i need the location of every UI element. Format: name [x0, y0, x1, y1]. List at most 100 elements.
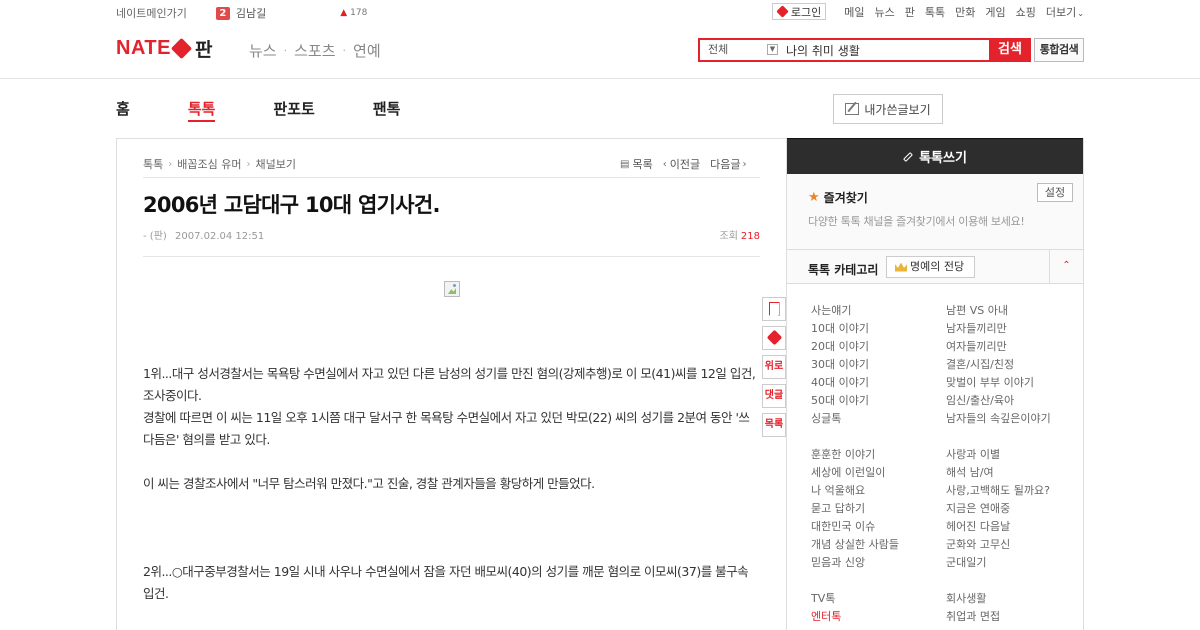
category-link-active[interactable]: 엔터톡: [811, 608, 946, 626]
category-link[interactable]: 해석 남/여: [946, 464, 994, 482]
category-row: 싱글톡 남자들의 속깊은이야기: [811, 410, 1081, 428]
breadcrumb-channel[interactable]: 채널보기: [255, 156, 295, 172]
menu-talk[interactable]: 톡톡: [187, 98, 216, 122]
category-row: 대한민국 이슈 헤어진 다음날: [811, 518, 1081, 536]
search-input[interactable]: [782, 40, 989, 60]
category-link[interactable]: 나 억울해요: [811, 482, 946, 500]
menu-home[interactable]: 홈: [116, 98, 130, 122]
category-row: 나 억울해요 사랑,고백해도 될까요?: [811, 482, 1081, 500]
category-row: 사는얘기 남편 VS 아내: [811, 302, 1081, 320]
category-link[interactable]: 사랑과 이별: [946, 446, 1000, 464]
category-link[interactable]: 회사생활: [946, 590, 986, 608]
category-link[interactable]: 40대 이야기: [811, 374, 946, 392]
bookmark-button[interactable]: [762, 297, 786, 321]
category-link[interactable]: 군대일기: [946, 554, 986, 572]
gnb-sports[interactable]: 스포츠: [294, 40, 335, 61]
collapse-toggle[interactable]: ⌃: [1049, 250, 1083, 283]
hall-of-fame-button[interactable]: 명예의 전당: [886, 256, 976, 278]
chevron-down-icon: ▼: [767, 44, 778, 55]
category-link[interactable]: 여자들끼리만: [946, 338, 1007, 356]
views-value: 218: [740, 231, 760, 242]
category-link[interactable]: 세상에 이런일이: [811, 464, 946, 482]
service-link-game[interactable]: 게임: [985, 4, 1005, 20]
logo-sub: 판: [194, 39, 213, 61]
favorites-description: 다양한 톡톡 채널을 즐겨찾기에서 이용해 보세요!: [808, 215, 1025, 228]
category-link[interactable]: 20대 이야기: [811, 338, 946, 356]
category-link[interactable]: 헤어진 다음날: [946, 518, 1010, 536]
category-link[interactable]: 임신/출산/육아: [946, 392, 1014, 410]
chevron-right-icon: ›: [168, 158, 173, 170]
service-link-mail[interactable]: 메일: [844, 4, 864, 20]
search-button[interactable]: 검색: [989, 38, 1031, 62]
write-talk-label: 톡톡쓰기: [919, 151, 967, 166]
article-title: 2006년 고담대구 10대 엽기사건.: [143, 193, 440, 217]
nate-main-link[interactable]: 네이트메인가기: [116, 5, 187, 21]
category-link[interactable]: 남자들끼리만: [946, 320, 1007, 338]
category-link[interactable]: 50대 이야기: [811, 392, 946, 410]
list-button[interactable]: 목록: [762, 413, 786, 437]
nav-separator: ·: [342, 44, 347, 57]
category-link[interactable]: 개념 상실한 사람들: [811, 536, 946, 554]
nate-share-button[interactable]: [762, 326, 786, 350]
category-link[interactable]: 사는얘기: [811, 302, 946, 320]
search-scope-select[interactable]: 전체 ▼: [700, 40, 782, 60]
login-button[interactable]: 로그인: [771, 3, 827, 20]
category-link[interactable]: 훈훈한 이야기: [811, 446, 946, 464]
main-menu: 홈 톡톡 판포토 팬톡: [116, 98, 458, 122]
crown-icon: [895, 262, 907, 272]
search-box: 전체 ▼ 검색: [698, 38, 1031, 62]
breadcrumb-talk[interactable]: 톡톡: [143, 156, 163, 172]
nate-pann-logo[interactable]: NATE 판: [116, 35, 212, 62]
category-link[interactable]: 대한민국 이슈: [811, 518, 946, 536]
article-panel: 톡톡 › 배꼽조심 유머 › 채널보기 ▤ 목록 ‹ 이전글 다음글 › 200…: [116, 138, 786, 630]
chevron-right-icon: ›: [246, 158, 251, 170]
article-body: 1위...대구 성서경찰서는 목욕탕 수면실에서 자고 있던 다른 남성의 성기…: [143, 363, 760, 605]
favorites-settings-button[interactable]: 설정: [1037, 183, 1073, 202]
notification-badge[interactable]: 2: [215, 6, 230, 20]
top-utility-bar: 네이트메인가기 2 김남길 ▲ 178 로그인 메일 뉴스 판 톡톡 만화 게임…: [0, 0, 1200, 26]
category-row: 50대 이야기 임신/출산/육아: [811, 392, 1081, 410]
service-link-comic[interactable]: 만화: [955, 4, 975, 20]
category-link[interactable]: 싱글톡: [811, 410, 946, 428]
write-talk-button[interactable]: 톡톡쓰기: [787, 138, 1083, 174]
gnb-news[interactable]: 뉴스: [249, 40, 277, 61]
service-link-shopping[interactable]: 쇼핑: [1016, 4, 1036, 20]
header: NATE 판 뉴스 · 스포츠 · 연예 전체 ▼ 검색 통합검색: [0, 26, 1200, 79]
category-link[interactable]: 남편 VS 아내: [946, 302, 1008, 320]
category-link[interactable]: 10대 이야기: [811, 320, 946, 338]
category-link[interactable]: 취업과 면접: [946, 608, 1000, 626]
article-paragraph: 경찰에 따르면 이 씨는 11일 오후 1시쯤 대구 달서구 한 목욕탕 수면실…: [143, 410, 750, 447]
category-link[interactable]: 군화와 고무신: [946, 536, 1010, 554]
category-link[interactable]: 사랑,고백해도 될까요?: [946, 482, 1050, 500]
category-row: 세상에 이런일이 해석 남/여: [811, 464, 1081, 482]
unified-search-button[interactable]: 통합검색: [1034, 38, 1084, 62]
category-link[interactable]: 지금은 연애중: [946, 500, 1010, 518]
my-posts-button[interactable]: 내가쓴글보기: [833, 94, 943, 124]
comments-button[interactable]: 댓글: [762, 384, 786, 408]
category-header: 톡톡 카테고리 명예의 전당 ⌃: [787, 250, 1083, 284]
prev-post-link[interactable]: 이전글: [670, 156, 700, 172]
my-posts-label: 내가쓴글보기: [864, 102, 931, 117]
gnb-entertainment[interactable]: 연예: [353, 40, 381, 61]
category-link[interactable]: 결혼/시집/친정: [946, 356, 1014, 374]
menu-pann-photo[interactable]: 판포토: [273, 98, 314, 122]
category-link[interactable]: 맞벌이 부부 이야기: [946, 374, 1034, 392]
top-left-links: 네이트메인가기 2 김남길 ▲ 178: [116, 5, 367, 21]
category-link[interactable]: 30대 이야기: [811, 356, 946, 374]
more-label: 더보기: [1045, 5, 1077, 19]
service-link-pann[interactable]: 판: [905, 4, 915, 20]
service-link-news[interactable]: 뉴스: [875, 4, 895, 20]
next-post-link[interactable]: 다음글: [710, 156, 740, 172]
scroll-top-button[interactable]: 위로: [762, 355, 786, 379]
menu-fan-talk[interactable]: 팬톡: [373, 98, 401, 122]
logo-text: NATE: [116, 37, 171, 59]
breadcrumb-humor[interactable]: 배꼽조심 유머: [177, 156, 241, 172]
list-link[interactable]: 목록: [632, 156, 652, 172]
user-name-link[interactable]: 김남길: [236, 5, 266, 21]
category-link[interactable]: 남자들의 속깊은이야기: [946, 410, 1051, 428]
category-link[interactable]: 묻고 답하기: [811, 500, 946, 518]
category-link[interactable]: TV톡: [811, 590, 946, 608]
service-link-talk[interactable]: 톡톡: [925, 4, 945, 20]
category-link[interactable]: 믿음과 신앙: [811, 554, 946, 572]
service-link-more[interactable]: 더보기⌄: [1046, 4, 1084, 20]
